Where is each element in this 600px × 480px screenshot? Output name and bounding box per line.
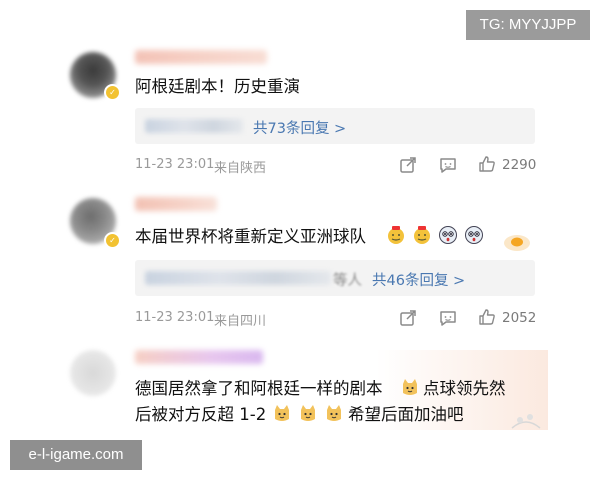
like-count: 2290 — [502, 157, 537, 173]
thumbs-up-icon[interactable] — [478, 155, 496, 173]
watermark-top: TG: MYYJJPP — [466, 10, 590, 40]
verified-badge-icon: ✓ — [104, 84, 121, 101]
face-emoji-icon — [414, 226, 430, 244]
avatar[interactable] — [70, 350, 116, 396]
egg-sticker-icon — [504, 235, 530, 251]
shocked-face-emoji-icon — [465, 226, 483, 244]
like-count: 2052 — [502, 310, 537, 326]
thumbs-up-icon[interactable] — [478, 308, 496, 326]
reply-count-link[interactable]: 共73条回复 > — [253, 117, 346, 138]
face-emoji-icon — [388, 226, 404, 244]
comment-meta-time: 11-23 23:01 — [135, 310, 215, 325]
cat-emoji-icon — [301, 405, 315, 421]
comment-text: 阿根廷剧本！历史重演 — [135, 77, 300, 96]
username-blurred[interactable] — [135, 350, 263, 364]
comment-text-line2: 后被对方反超 1-2 — [135, 405, 267, 424]
share-icon[interactable] — [399, 309, 417, 327]
comment-meta-time: 11-23 23:01 — [135, 157, 215, 172]
username-blurred[interactable] — [135, 197, 217, 211]
watermark-bottom: e-l-igame.com — [10, 440, 142, 470]
reply-count-link[interactable]: 共46条回复 > — [372, 269, 465, 290]
reply-summary-box[interactable]: 等人 共46条回复 > — [135, 260, 535, 296]
cat-emoji-icon — [275, 405, 289, 421]
shocked-face-emoji-icon — [439, 226, 457, 244]
comment-icon[interactable] — [439, 156, 457, 174]
verified-badge-icon: ✓ — [104, 232, 121, 249]
share-icon[interactable] — [399, 156, 417, 174]
cat-emoji-icon — [403, 379, 417, 395]
comment-icon[interactable] — [439, 309, 457, 327]
flower-sticker-icon — [511, 414, 541, 429]
cat-emoji-icon — [327, 405, 341, 421]
comment-text-line1b: 点球领先然 — [423, 379, 506, 398]
reply-users-tail: 等人 — [333, 273, 362, 289]
comment-text-line2b: 希望后面加油吧 — [348, 405, 464, 424]
comment-meta-location: 来自四川 — [214, 314, 267, 329]
username-blurred[interactable] — [135, 50, 267, 64]
reply-summary-box[interactable]: 共73条回复 > — [135, 108, 535, 144]
comment-meta-location: 来自陕西 — [214, 161, 267, 176]
comment-text-line1: 德国居然拿了和阿根廷一样的剧本 — [135, 379, 383, 398]
comment-text: 本届世界杯将重新定义亚洲球队 — [135, 227, 366, 246]
